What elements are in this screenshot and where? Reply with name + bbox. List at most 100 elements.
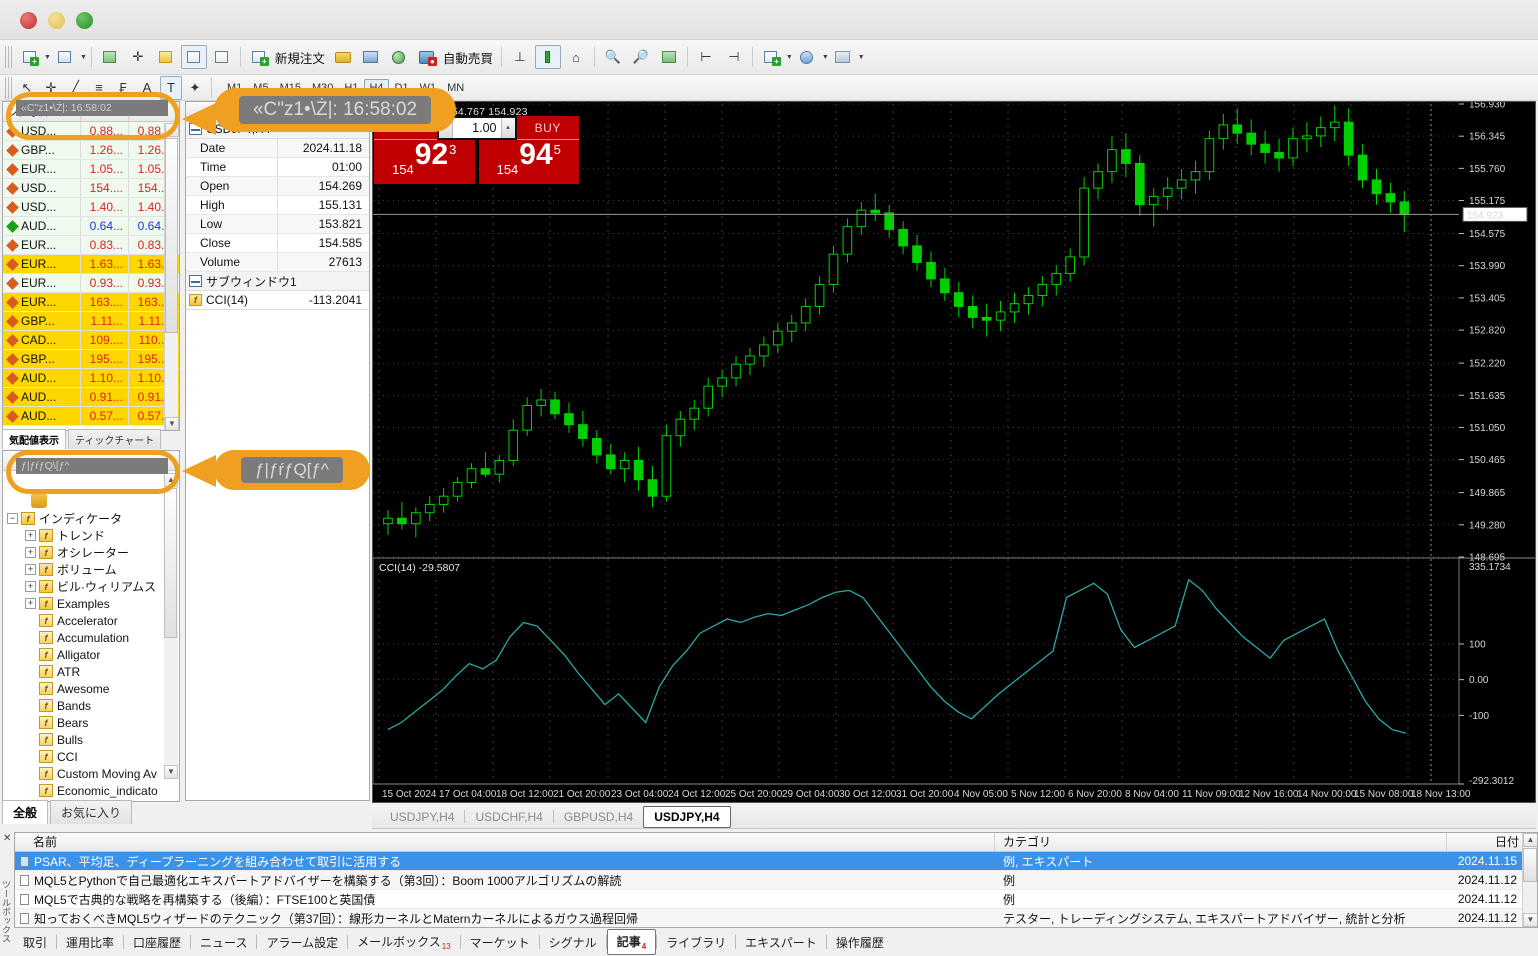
toolbox-tab-10[interactable]: エキスパート <box>736 931 826 954</box>
tab-tick-chart[interactable]: ティックチャート <box>68 429 162 449</box>
tree-item-bulls[interactable]: f Bulls <box>7 731 179 748</box>
tab-navigator-general[interactable]: 全般 <box>2 800 49 824</box>
toolbox-tab-7[interactable]: シグナル <box>540 931 606 954</box>
chart-tab-usdjpy-2[interactable]: USDJPY,H4 <box>643 805 731 828</box>
fibonacci-icon[interactable]: ₣ <box>112 76 134 100</box>
market-watch-row[interactable]: GBP... 1.26... 1.26... <box>3 141 179 160</box>
new-chart-dropdown-icon[interactable]: ▼ <box>44 54 51 61</box>
arrows-icon[interactable]: ✦ <box>184 76 206 100</box>
expand-icon[interactable]: + <box>25 581 36 592</box>
scroll-thumb[interactable] <box>165 138 178 333</box>
tree-item-accumulation[interactable]: f Accumulation <box>7 629 179 646</box>
tree-item--[interactable]: + f トレンド <box>7 527 179 544</box>
one-click-trading-panel[interactable]: SELL ▾ 1.00 ▴ BUY 154 92 3 154 94 5 <box>374 116 579 186</box>
buy-label[interactable]: BUY <box>516 116 579 140</box>
expand-icon[interactable]: + <box>25 547 36 558</box>
chart-panel[interactable]: 156.930 156.345 155.760 155.175 154.575 153.9… <box>372 101 1536 803</box>
crosshair-icon[interactable]: ✛ <box>125 45 151 69</box>
tree-item-awesome[interactable]: f Awesome <box>7 680 179 697</box>
line-chart-icon[interactable]: ⌂ <box>563 45 589 69</box>
navigator-icon[interactable] <box>209 45 235 69</box>
timeframe-mn[interactable]: MN <box>442 79 469 97</box>
nav-scroll-thumb[interactable] <box>164 488 177 638</box>
volume-down-icon[interactable]: ▾ <box>438 118 453 138</box>
zoom-out-icon[interactable]: 🔎 <box>628 45 654 69</box>
tree-item--[interactable]: + f ボリューム <box>7 561 179 578</box>
data-window-icon[interactable] <box>180 45 207 69</box>
new-order-button[interactable]: + 新規注文 <box>245 45 329 69</box>
volume-up-icon[interactable]: ▴ <box>500 118 515 138</box>
open-chart-dropdown-icon[interactable]: ▼ <box>80 54 87 61</box>
sell-price-button[interactable]: 154 92 3 <box>374 140 475 184</box>
toolbox-tab-6[interactable]: マーケット <box>461 931 539 954</box>
timeframe-h1[interactable]: H1 <box>339 79 363 97</box>
tree-item--[interactable]: + f ビル·ウィリアムス <box>7 578 179 595</box>
chart-tab-usdchf[interactable]: USDCHF,H4 <box>465 807 552 827</box>
tab-navigator-favorites[interactable]: お気に入り <box>50 800 133 824</box>
add-indicator-dropdown-icon[interactable]: ▼ <box>786 54 793 61</box>
market-watch-row[interactable]: AUD... 0.64... 0.64... <box>3 217 179 236</box>
market-watch-row[interactable]: AUD... 1.10... 1.10... <box>3 369 179 388</box>
market-watch-row[interactable]: EUR... 0.83... 0.83... <box>3 236 179 255</box>
timeframe-m1[interactable]: M1 <box>222 79 247 97</box>
auto-scroll-icon[interactable]: ⊣ <box>721 45 747 69</box>
articles-scrollbar[interactable]: ▲ ▼ <box>1522 833 1537 927</box>
collapse-icon[interactable]: − <box>7 513 18 524</box>
tree-item-bands[interactable]: f Bands <box>7 697 179 714</box>
market-watch-row[interactable]: AUD... 0.57... 0.57... <box>3 407 179 426</box>
market-watch-row[interactable]: EUR... 1.05... 1.05... <box>3 160 179 179</box>
scroll-up-icon[interactable]: ▲ <box>165 123 179 137</box>
text-icon[interactable]: T <box>160 75 182 100</box>
close-window-button[interactable] <box>20 12 37 29</box>
add-indicator-icon[interactable]: + <box>758 45 784 69</box>
expand-icon[interactable]: + <box>25 530 36 541</box>
crosshair-icon-2[interactable]: ✛ <box>40 76 62 100</box>
chart-tab-gbpusd[interactable]: GBPUSD,H4 <box>554 807 643 827</box>
indicators-icon[interactable] <box>330 45 356 69</box>
toolbar-grip[interactable] <box>5 46 12 68</box>
toolbox-tab-2[interactable]: 口座履歴 <box>124 931 190 954</box>
toolbox-tab-0[interactable]: 取引 <box>14 931 56 954</box>
timeframes-dropdown-icon[interactable]: ▼ <box>822 54 829 61</box>
market-watch-row[interactable]: EUR... 163.... 163.... <box>3 293 179 312</box>
close-icon[interactable]: ✕ <box>3 833 11 844</box>
timeframe-m15[interactable]: M15 <box>275 79 306 97</box>
bar-chart-icon[interactable]: ⊥ <box>507 45 533 69</box>
timeframe-m30[interactable]: M30 <box>307 79 338 97</box>
tree-item-economic-indicato[interactable]: f Economic_indicato <box>7 782 179 799</box>
tree-item-alligator[interactable]: f Alligator <box>7 646 179 663</box>
tree-item-bears[interactable]: f Bears <box>7 714 179 731</box>
candlestick-chart-icon[interactable] <box>534 45 561 69</box>
profiles-icon[interactable] <box>97 45 123 69</box>
market-watch-row[interactable]: USD... 154.... 154.... <box>3 179 179 198</box>
toolbox-tab-1[interactable]: 運用比率 <box>57 931 123 954</box>
toolbar2-grip[interactable] <box>5 76 12 99</box>
tree-item-examples[interactable]: + f Examples <box>7 595 179 612</box>
maximize-window-button[interactable] <box>76 12 93 29</box>
channel-icon[interactable]: ≡ <box>88 76 110 100</box>
autotrading-button[interactable]: ● 自動売買 <box>413 45 497 69</box>
strategy-tester-icon[interactable] <box>358 45 384 69</box>
autotrading-icon[interactable]: ● <box>414 45 440 69</box>
signals-icon[interactable] <box>386 45 412 69</box>
market-watch-row[interactable]: GBP... 1.11... 1.11... <box>3 312 179 331</box>
tree-item-custom-moving-av[interactable]: f Custom Moving Av <box>7 765 179 782</box>
timeframe-w1[interactable]: W1 <box>415 79 442 97</box>
article-row[interactable]: MQL5で古典的な戦略を再構築する（後編）：FTSE100と英国債例 2024.1… <box>15 890 1537 909</box>
market-watch-row[interactable]: EUR... 0.93... 0.93... <box>3 274 179 293</box>
articles-scroll-down-icon[interactable]: ▼ <box>1523 913 1537 927</box>
chart-shift-icon[interactable]: ⊢ <box>693 45 719 69</box>
volume-value[interactable]: 1.00 <box>453 121 501 135</box>
tree-item-cci[interactable]: f CCI <box>7 748 179 765</box>
tree-item-atr[interactable]: f ATR <box>7 663 179 680</box>
col-category[interactable]: カテゴリ <box>995 833 1447 851</box>
market-watch-row[interactable]: CAD... 109.... 110.... <box>3 331 179 350</box>
buy-price-button[interactable]: 154 94 5 <box>478 140 579 184</box>
articles-scroll-up-icon[interactable]: ▲ <box>1523 833 1537 847</box>
tree-item--[interactable]: + f オシレーター <box>7 544 179 561</box>
volume-stepper[interactable]: ▾ 1.00 ▴ <box>436 116 517 140</box>
market-watch-row[interactable]: USD... 1.40... 1.40... <box>3 198 179 217</box>
tab-market-watch[interactable]: 気配値表示 <box>2 429 66 449</box>
market-watch-row[interactable]: USD... 0.88... 0.88... <box>3 122 179 141</box>
expand-icon[interactable]: + <box>25 564 36 575</box>
